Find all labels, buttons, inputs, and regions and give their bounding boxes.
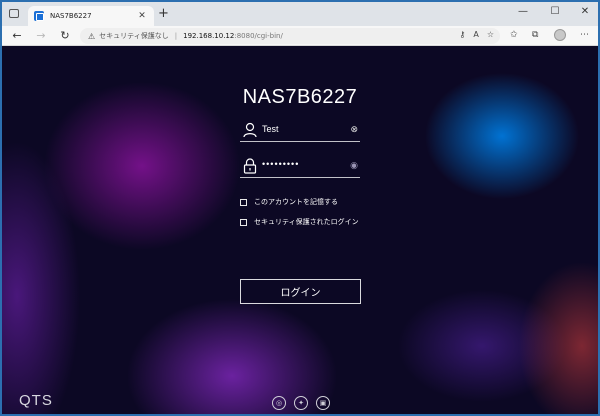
tab-title: NAS7B6227	[50, 12, 92, 20]
password-input[interactable]: •••••••••	[262, 159, 342, 169]
url-path: :8080/cgi-bin/	[234, 32, 283, 40]
profile-icon[interactable]	[554, 29, 566, 41]
username-input[interactable]: Test	[262, 124, 342, 134]
mobile-app-icon[interactable]: ◎	[272, 396, 286, 410]
more-menu-icon[interactable]: ⋯	[580, 30, 589, 40]
remember-account-label[interactable]: このアカウントを記憶する	[254, 197, 338, 207]
key-icon[interactable]: ⚷	[459, 30, 465, 39]
browser-window: NAS7B6227 ✕ + — ☐ ✕ ← → ↻ ⚠ セキュリティ保護なし |…	[2, 2, 598, 414]
footer-icons: ◎ ✦ ▣	[272, 396, 330, 410]
collections-icon[interactable]: ⧉	[532, 30, 538, 40]
favorites-bar-icon[interactable]: ✩	[510, 30, 518, 40]
minimize-button[interactable]: —	[516, 6, 530, 17]
read-aloud-icon[interactable]: A	[473, 30, 478, 39]
qts-logo: QTS	[19, 392, 53, 409]
portal-icon[interactable]: ▣	[316, 396, 330, 410]
security-status[interactable]: セキュリティ保護なし	[99, 31, 169, 41]
password-field[interactable]: ••••••••• ◉	[240, 156, 360, 178]
forward-button[interactable]: →	[34, 29, 48, 43]
navigation-bar: ← → ↻ ⚠ セキュリティ保護なし | 192.168.10.12 :8080…	[2, 26, 598, 46]
maximize-button[interactable]: ☐	[548, 6, 562, 17]
login-button[interactable]: ログイン	[240, 279, 361, 304]
address-bar[interactable]: ⚠ セキュリティ保護なし | 192.168.10.12 :8080/cgi-b…	[80, 28, 500, 44]
qnap-favicon-icon	[34, 11, 44, 21]
url-host: 192.168.10.12	[183, 32, 235, 40]
secure-login-option[interactable]: セキュリティ保護されたログイン	[240, 217, 359, 227]
close-window-button[interactable]: ✕	[578, 6, 592, 17]
browser-tab[interactable]: NAS7B6227 ✕	[28, 6, 154, 26]
utility-icon[interactable]: ✦	[294, 396, 308, 410]
lock-icon	[243, 158, 257, 174]
favorite-icon[interactable]: ☆	[487, 30, 494, 39]
address-separator: |	[174, 32, 178, 40]
tab-strip: NAS7B6227 ✕ + — ☐ ✕	[2, 2, 598, 26]
secure-login-label[interactable]: セキュリティ保護されたログイン	[254, 217, 359, 227]
tab-actions-icon[interactable]	[9, 9, 19, 18]
username-field[interactable]: Test ⊗	[240, 120, 360, 142]
tab-close-icon[interactable]: ✕	[136, 11, 148, 21]
qts-login-page: NAS7B6227 Test ⊗ ••••••••• ◉ このアカウントを記憶す…	[2, 46, 598, 414]
warning-icon[interactable]: ⚠	[88, 32, 95, 41]
user-icon	[243, 122, 257, 138]
secure-login-checkbox[interactable]	[240, 218, 247, 226]
reload-button[interactable]: ↻	[58, 29, 72, 43]
remember-account-checkbox[interactable]	[240, 198, 247, 206]
device-name: NAS7B6227	[242, 86, 358, 108]
clear-input-icon[interactable]: ⊗	[350, 125, 358, 135]
back-button[interactable]: ←	[10, 29, 24, 43]
show-password-eye-icon[interactable]: ◉	[350, 161, 358, 171]
remember-account-option[interactable]: このアカウントを記憶する	[240, 197, 338, 207]
new-tab-button[interactable]: +	[158, 7, 169, 21]
